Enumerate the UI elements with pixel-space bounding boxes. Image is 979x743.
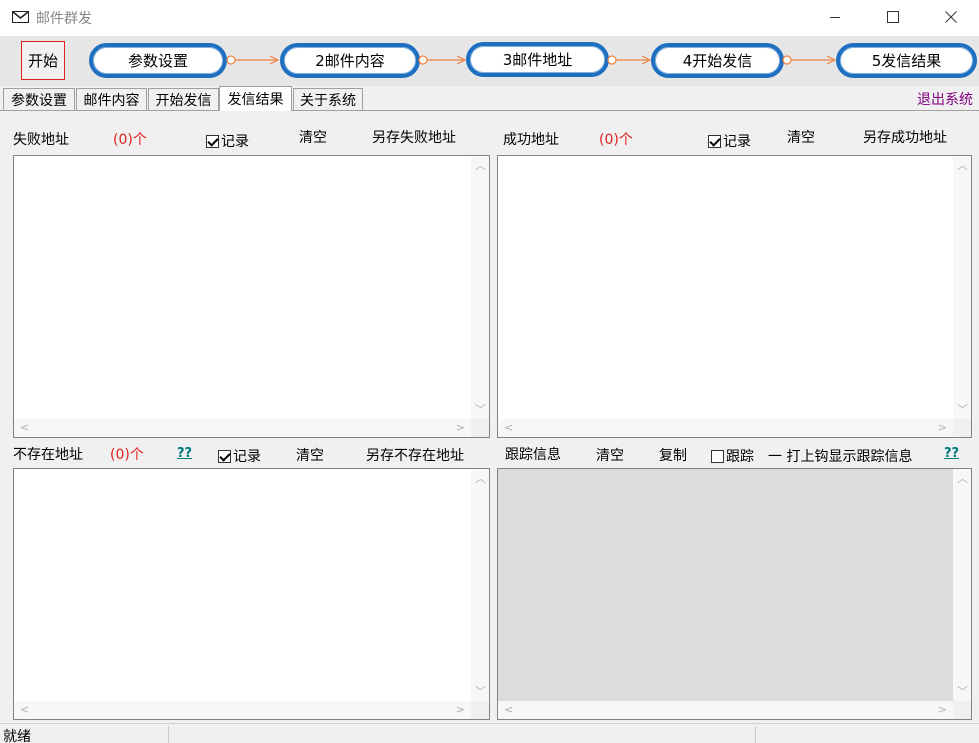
window-title: 邮件群发 <box>36 11 92 27</box>
flow-arrow-icon <box>782 55 837 65</box>
scroll-down-icon[interactable]: ﹀ <box>957 686 968 697</box>
failed-count: (0)个 <box>113 132 147 148</box>
horizontal-scrollbar[interactable]: < > <box>14 701 471 719</box>
step-results[interactable]: 5发信结果 <box>836 43 977 78</box>
scroll-up-icon[interactable]: ︿ <box>957 473 968 484</box>
horizontal-scrollbar[interactable]: < > <box>498 701 953 719</box>
checkbox-checked-icon <box>218 449 231 463</box>
title-bar: 邮件群发 <box>0 0 979 36</box>
notexist-help-link[interactable]: ?? <box>177 446 192 461</box>
checkbox-unchecked-icon <box>711 449 724 463</box>
scroll-left-icon[interactable]: < <box>504 704 513 715</box>
trace-info-box[interactable]: ︿ ﹀ < > <box>497 468 972 720</box>
scroll-right-icon[interactable]: > <box>938 704 947 715</box>
trace-clear-button[interactable]: 清空 <box>596 445 624 465</box>
scroll-right-icon[interactable]: > <box>456 422 465 433</box>
step-params[interactable]: 参数设置 <box>89 43 227 78</box>
status-text: 就绪 <box>3 729 31 743</box>
close-icon <box>945 11 957 23</box>
vertical-scrollbar[interactable]: ︿ ﹀ <box>471 469 489 701</box>
flow-arrow-icon <box>418 55 467 65</box>
tab-content[interactable]: 邮件内容 <box>76 88 147 110</box>
scroll-down-icon[interactable]: ﹀ <box>475 404 486 415</box>
tab-results[interactable]: 发信结果 <box>219 86 292 111</box>
trace-help-link[interactable]: ?? <box>944 446 959 461</box>
horizontal-scrollbar[interactable]: < > <box>498 419 953 437</box>
vertical-scrollbar[interactable]: ︿ ﹀ <box>471 156 489 419</box>
scroll-down-icon[interactable]: ﹀ <box>475 686 486 697</box>
notexist-label: 不存在地址 <box>13 447 83 463</box>
trace-hint: 一 打上钩显示跟踪信息 <box>768 449 913 465</box>
success-count: (0)个 <box>599 132 633 148</box>
failed-label: 失败地址 <box>13 132 69 148</box>
scroll-up-icon[interactable]: ︿ <box>475 160 486 171</box>
step-send[interactable]: 4开始发信 <box>651 43 784 78</box>
maximize-button[interactable] <box>868 0 918 34</box>
start-button[interactable]: 开始 <box>21 41 65 80</box>
tab-send[interactable]: 开始发信 <box>148 88 219 110</box>
notexist-record-checkbox[interactable]: 记录 <box>218 446 261 466</box>
scroll-left-icon[interactable]: < <box>504 422 513 433</box>
trace-label: 跟踪信息 <box>505 447 561 463</box>
tab-params[interactable]: 参数设置 <box>3 88 75 110</box>
scroll-up-icon[interactable]: ︿ <box>957 160 968 171</box>
maximize-icon <box>887 11 899 23</box>
failed-clear-button[interactable]: 清空 <box>299 127 327 147</box>
horizontal-scrollbar[interactable]: < > <box>14 419 471 437</box>
flow-arrow-icon <box>226 55 280 65</box>
tab-about[interactable]: 关于系统 <box>293 88 363 110</box>
flow-arrow-icon <box>607 55 652 65</box>
notexist-save-button[interactable]: 另存不存在地址 <box>366 445 464 465</box>
tab-bar: 参数设置 邮件内容 开始发信 发信结果 关于系统 退出系统 <box>0 86 979 111</box>
trace-copy-button[interactable]: 复制 <box>659 445 687 465</box>
scroll-right-icon[interactable]: > <box>456 704 465 715</box>
tab-divider <box>0 110 979 111</box>
scroll-up-icon[interactable]: ︿ <box>475 473 486 484</box>
success-save-button[interactable]: 另存成功地址 <box>863 127 947 147</box>
success-record-checkbox[interactable]: 记录 <box>708 131 751 151</box>
success-label: 成功地址 <box>503 132 559 148</box>
failed-save-button[interactable]: 另存失败地址 <box>372 127 456 147</box>
vertical-scrollbar[interactable]: ︿ ﹀ <box>953 469 971 701</box>
success-clear-button[interactable]: 清空 <box>787 127 815 147</box>
notexist-address-list[interactable]: ︿ ﹀ < > <box>13 468 490 720</box>
minimize-icon <box>830 17 840 18</box>
flow-toolbar: 开始 参数设置 2邮件内容 3邮件地址 4开始发信 5发信结果 <box>0 36 979 86</box>
notexist-count: (0)个 <box>110 447 144 463</box>
scroll-right-icon[interactable]: > <box>938 422 947 433</box>
exit-link[interactable]: 退出系统 <box>917 89 973 109</box>
step-content[interactable]: 2邮件内容 <box>280 43 420 78</box>
vertical-scrollbar[interactable]: ︿ ﹀ <box>953 156 971 419</box>
failed-record-checkbox[interactable]: 记录 <box>206 131 249 151</box>
status-bar: 就绪 <box>0 723 979 743</box>
scroll-left-icon[interactable]: < <box>20 422 29 433</box>
checkbox-checked-icon <box>206 134 219 148</box>
checkbox-checked-icon <box>708 134 721 148</box>
failed-address-list[interactable]: ︿ ﹀ < > <box>13 155 490 438</box>
scroll-left-icon[interactable]: < <box>20 704 29 715</box>
scroll-down-icon[interactable]: ﹀ <box>957 404 968 415</box>
close-button[interactable] <box>926 0 976 34</box>
mail-icon <box>12 11 29 23</box>
step-addresses[interactable]: 3邮件地址 <box>466 42 609 77</box>
notexist-clear-button[interactable]: 清空 <box>296 445 324 465</box>
minimize-button[interactable] <box>810 0 860 34</box>
success-address-list[interactable]: ︿ ﹀ < > <box>497 155 972 438</box>
trace-checkbox[interactable]: 跟踪 <box>711 446 754 466</box>
